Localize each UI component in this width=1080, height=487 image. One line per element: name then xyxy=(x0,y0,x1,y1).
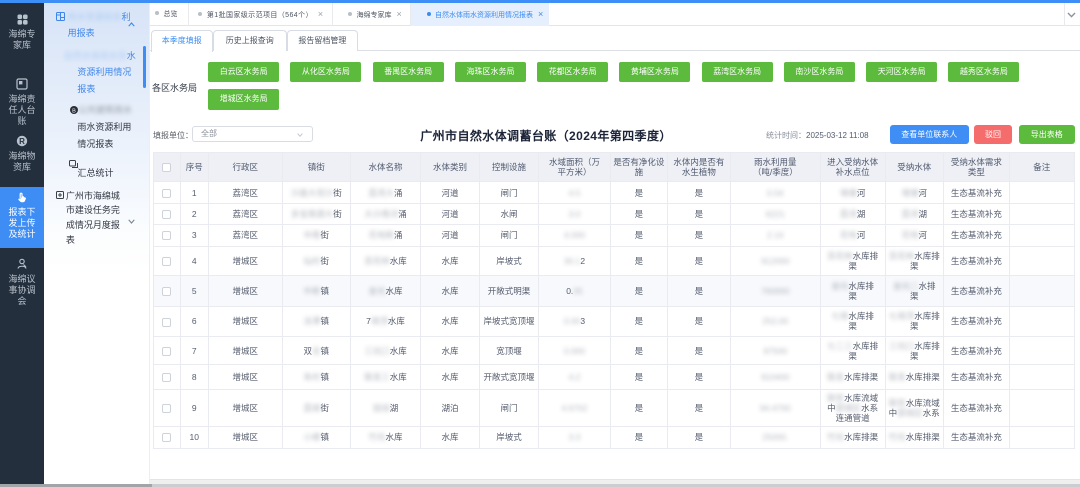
svg-text:R: R xyxy=(19,137,25,146)
svg-text:B: B xyxy=(72,108,76,114)
